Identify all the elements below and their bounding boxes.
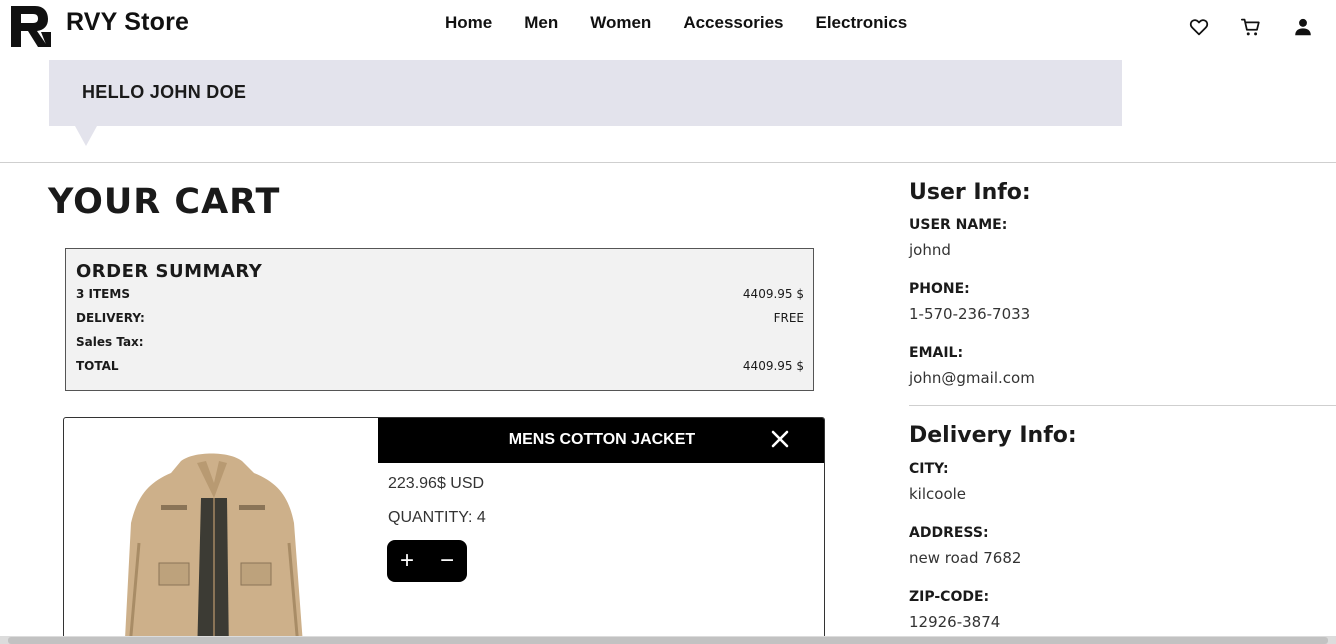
summary-row-delivery: DELIVERY: FREE <box>76 311 804 325</box>
phone-value: 1-570-236-7033 <box>909 305 1031 323</box>
greeting-tail <box>75 126 97 146</box>
order-summary: ORDER SUMMARY 3 ITEMS 4409.95 $ DELIVERY… <box>65 248 814 391</box>
greeting-text: HELLO JOHN DOE <box>82 82 247 102</box>
nav-electronics[interactable]: Electronics <box>816 13 908 33</box>
summary-row-total: TOTAL 4409.95 $ <box>76 359 804 373</box>
user-name-label: USER NAME: <box>909 217 1008 233</box>
user-info-title: User Info: <box>909 180 1031 205</box>
summary-value: 4409.95 $ <box>742 287 804 301</box>
city-label: CITY: <box>909 461 949 477</box>
email-value: john@gmail.com <box>909 369 1035 387</box>
summary-value: 4409.95 $ <box>742 359 804 373</box>
phone-label: PHONE: <box>909 281 970 297</box>
nav-men[interactable]: Men <box>524 13 558 33</box>
item-header: MENS COTTON JACKET <box>378 418 824 463</box>
user-name-value: johnd <box>909 241 951 259</box>
decrement-button[interactable]: − <box>436 547 458 575</box>
increment-button[interactable]: + <box>396 547 418 575</box>
main-nav: Home Men Women Accessories Electronics <box>445 13 939 33</box>
header-icons <box>1188 16 1314 38</box>
cart-item: MENS COTTON JACKET 223.96$ USD QUANTITY:… <box>63 417 825 644</box>
close-icon[interactable] <box>770 429 790 449</box>
order-summary-title: ORDER SUMMARY <box>76 261 263 282</box>
summary-label: DELIVERY: <box>76 311 145 325</box>
summary-value: FREE <box>773 311 804 325</box>
nav-accessories[interactable]: Accessories <box>683 13 783 33</box>
summary-row-items: 3 ITEMS 4409.95 $ <box>76 287 804 301</box>
logo-icon[interactable] <box>11 6 51 47</box>
divider <box>0 162 1336 163</box>
email-label: EMAIL: <box>909 345 964 361</box>
nav-home[interactable]: Home <box>445 13 492 33</box>
scrollbar-thumb[interactable] <box>8 637 1328 644</box>
header: RVY Store Home Men Women Accessories Ele… <box>0 0 1336 50</box>
item-name[interactable]: MENS COTTON JACKET <box>378 431 824 449</box>
quantity-stepper: + − <box>387 540 467 582</box>
user-icon[interactable] <box>1292 16 1314 38</box>
summary-label: TOTAL <box>76 359 119 373</box>
item-price: 223.96$ USD <box>388 475 485 492</box>
item-quantity: QUANTITY: 4 <box>388 509 486 526</box>
delivery-info-title: Delivery Info: <box>909 423 1077 448</box>
panel-divider <box>909 405 1336 406</box>
cart-icon[interactable] <box>1240 16 1262 38</box>
zip-code-value: 12926-3874 <box>909 613 1001 631</box>
address-value: new road 7682 <box>909 549 1022 567</box>
zip-code-label: ZIP-CODE: <box>909 589 990 605</box>
summary-row-tax: Sales Tax: <box>76 335 804 349</box>
heart-icon[interactable] <box>1188 16 1210 38</box>
summary-label: Sales Tax: <box>76 335 144 349</box>
summary-label: 3 ITEMS <box>76 287 130 301</box>
page-title: YOUR CART <box>48 182 281 222</box>
product-image[interactable] <box>119 443 309 644</box>
brand-name[interactable]: RVY Store <box>66 8 189 37</box>
address-label: ADDRESS: <box>909 525 989 541</box>
greeting-banner: HELLO JOHN DOE <box>49 60 1122 126</box>
nav-women[interactable]: Women <box>590 13 651 33</box>
city-value: kilcoole <box>909 485 967 503</box>
